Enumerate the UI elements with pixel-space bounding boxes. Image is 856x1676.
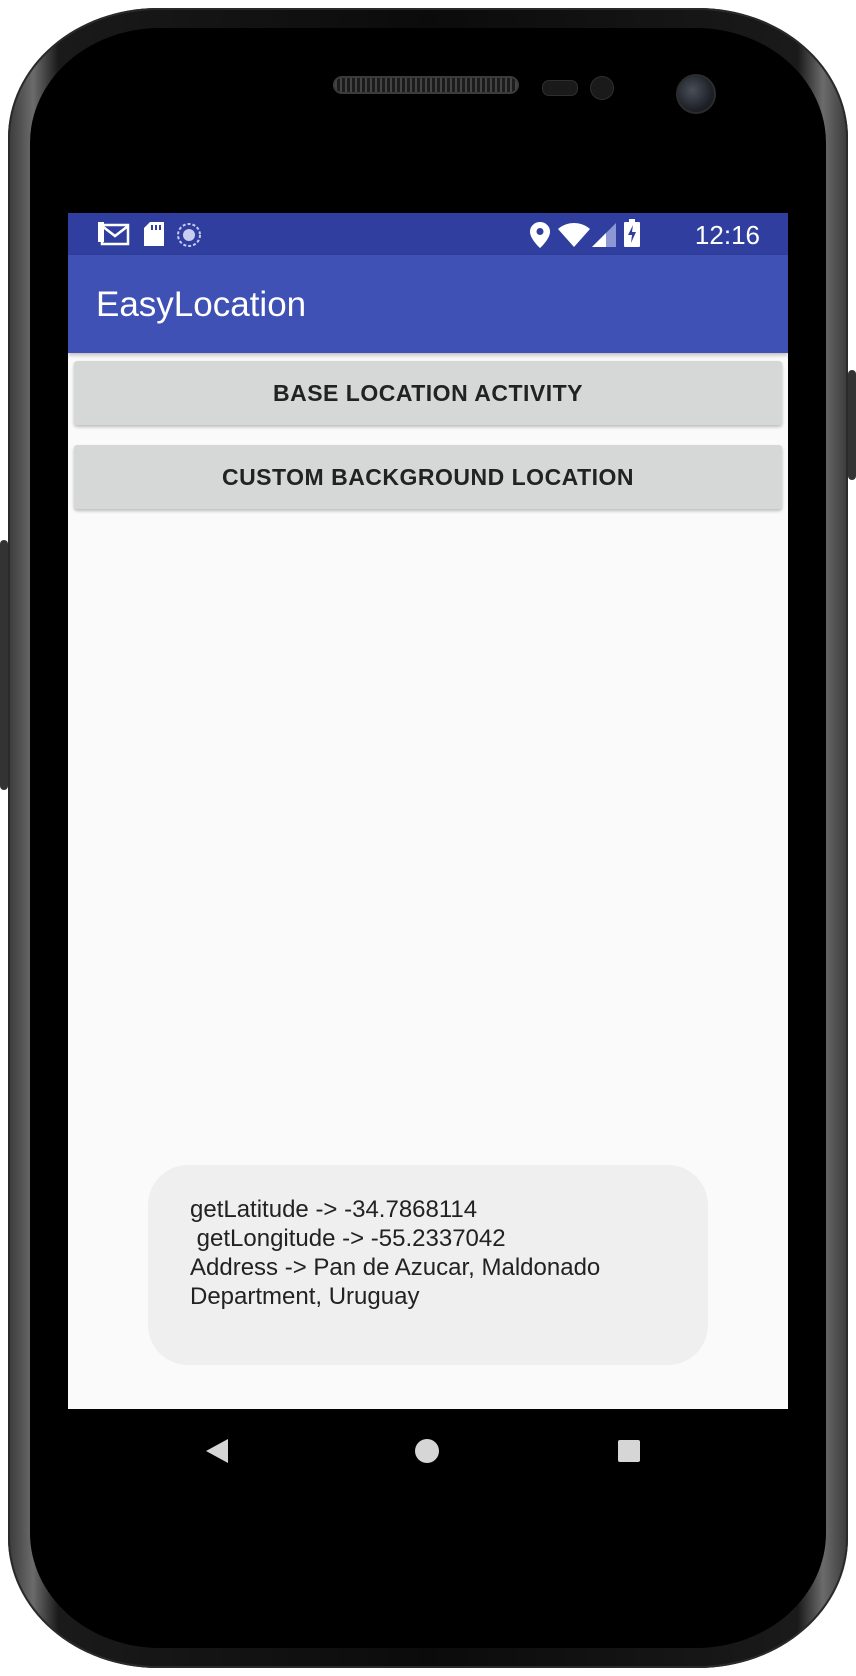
front-camera [676,74,716,114]
power-button [848,370,856,480]
signal-icon [592,223,616,252]
app-title: EasyLocation [96,285,307,324]
proximity-sensor [542,80,578,96]
toast-message: getLatitude -> -34.7868114 getLongitude … [190,1196,601,1310]
location-icon [530,222,550,253]
recents-icon[interactable] [618,1440,640,1467]
sync-icon [176,222,202,253]
custom-background-location-button[interactable]: CUSTOM BACKGROUND LOCATION [74,445,782,509]
home-icon[interactable] [414,1438,440,1469]
light-sensor [590,76,614,100]
sd-card-icon [144,222,164,251]
status-time: 12:16 [694,220,760,250]
status-bar: 12:16 [68,213,788,255]
wifi-icon [558,223,590,252]
back-icon[interactable] [206,1439,228,1468]
location-toast: getLatitude -> -34.7868114 getLongitude … [148,1165,708,1365]
base-location-activity-button[interactable]: BASE LOCATION ACTIVITY [74,361,782,425]
volume-button [0,540,8,790]
battery-charging-icon [624,219,640,252]
earpiece-speaker [333,76,519,94]
gmail-icon [98,222,130,251]
app-bar: EasyLocation [68,255,788,353]
screen: 12:16 EasyLocation BASE LOCATION ACTIVIT… [68,213,788,1493]
navigation-bar [68,1409,788,1493]
